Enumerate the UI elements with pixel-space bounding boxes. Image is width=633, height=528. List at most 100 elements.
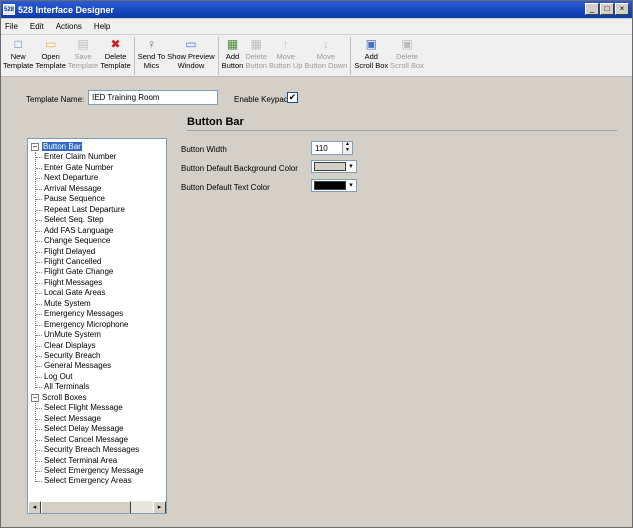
tree-item[interactable]: Add FAS Language	[44, 226, 113, 236]
toolbar-delete-button-button[interactable]: ▦ Delete Button	[245, 35, 267, 70]
menu-file[interactable]: File	[5, 22, 18, 31]
tree-connector	[36, 470, 42, 472]
tree-connector	[36, 376, 42, 378]
toolbar-preview-window-button[interactable]: ▭ Show Preview Window	[167, 35, 215, 70]
tree-group[interactable]: Button Bar	[42, 142, 82, 152]
enable-keypad-checkbox[interactable]: ✔	[287, 92, 298, 103]
bg-color-label: Button Default Background Color	[181, 164, 298, 173]
bg-color-picker[interactable]: ▾	[311, 160, 357, 173]
tree-item[interactable]: Arrival Message	[44, 184, 101, 194]
toolbar-label: Open Template	[35, 52, 66, 70]
tree-item[interactable]: Flight Gate Change	[44, 267, 113, 277]
tree-connector	[36, 366, 42, 368]
delete-icon: ✖	[110, 37, 121, 51]
toolbar-add-button-button[interactable]: ▦ Add Button	[222, 35, 244, 70]
tree-item[interactable]: Select Emergency Message	[44, 466, 144, 476]
tree-item[interactable]: Enter Gate Number	[44, 163, 113, 173]
menu-actions[interactable]: Actions	[56, 22, 82, 31]
tree-connector	[36, 314, 42, 316]
tree-item[interactable]: Security Breach Messages	[44, 445, 139, 455]
tree-connector	[36, 324, 42, 326]
tree-item[interactable]: Select Seq. Step	[44, 215, 104, 225]
collapse-toggle-icon[interactable]: −	[31, 393, 39, 402]
tree-item[interactable]: Local Gate Areas	[44, 288, 105, 298]
toolbar-label: Delete Button	[245, 52, 268, 70]
close-button[interactable]: ×	[615, 3, 629, 15]
app-icon: 528	[3, 4, 15, 15]
tree-item[interactable]: Select Terminal Area	[44, 456, 117, 466]
scroll-right-button[interactable]: ▸	[153, 501, 166, 513]
tree-connector	[36, 460, 42, 462]
tree-item[interactable]: Next Departure	[44, 173, 98, 183]
chevron-down-icon[interactable]: ▾	[347, 161, 355, 172]
tree-group[interactable]: Scroll Boxes	[42, 393, 86, 403]
tree-connector	[36, 272, 42, 274]
tree-connector	[36, 157, 42, 159]
tree-item[interactable]: All Terminals	[44, 382, 89, 392]
tree-item[interactable]: Emergency Messages	[44, 309, 123, 319]
tree-item[interactable]: General Messages	[44, 361, 111, 371]
tree-connector	[36, 481, 42, 483]
toolbar-arrow-up-button[interactable]: ↑ Move Button Up	[269, 35, 302, 70]
toolbar-new-template-button[interactable]: □ New Template	[3, 35, 33, 70]
tree-item[interactable]: Pause Sequence	[44, 194, 105, 204]
tree-item[interactable]: Security Breach	[44, 351, 100, 361]
tree-item[interactable]: Enter Claim Number	[44, 152, 116, 162]
tree-item[interactable]: Select Flight Message	[44, 403, 123, 413]
tree-connector	[36, 220, 42, 222]
tree-connector	[36, 282, 42, 284]
template-tree[interactable]: − Button Bar Enter Claim Number Enter Gate …	[27, 138, 167, 514]
toolbar-microphone-button[interactable]: ♀ Send To Mics	[138, 35, 165, 70]
tree-item[interactable]: Select Delay Message	[44, 424, 124, 434]
toolbar-separator	[133, 37, 135, 75]
tree-horizontal-scrollbar[interactable]: ◂ ▸	[28, 500, 166, 513]
toolbar-label: Save Template	[67, 52, 99, 70]
toolbar-save-button[interactable]: ▤ Save Template	[68, 35, 98, 70]
toolbar-open-folder-button[interactable]: ▭ Open Template	[35, 35, 65, 70]
bg-color-swatch	[314, 162, 346, 171]
collapse-toggle-icon[interactable]: −	[31, 143, 39, 151]
menu-edit[interactable]: Edit	[30, 22, 44, 31]
tree-item[interactable]: UnMute System	[44, 330, 101, 340]
text-color-picker[interactable]: ▾	[311, 179, 357, 192]
toolbar-delete-button[interactable]: ✖ Delete Template	[100, 35, 130, 70]
add-button-icon: ▦	[226, 37, 239, 51]
tree-connector	[36, 418, 42, 420]
tree-item[interactable]: Flight Delayed	[44, 247, 95, 257]
toolbar-arrow-down-button[interactable]: ↓ Move Button Down	[304, 35, 347, 70]
tree-item[interactable]: Emergency Microphone	[44, 320, 128, 330]
preview-window-icon: ▭	[185, 37, 197, 51]
scroll-thumb[interactable]	[41, 501, 131, 513]
spin-down-icon[interactable]: ▼	[342, 148, 352, 154]
tree-item[interactable]: Select Cancel Message	[44, 435, 128, 445]
chevron-down-icon[interactable]: ▾	[347, 180, 355, 191]
window-title: 528 Interface Designer	[18, 4, 115, 15]
scroll-track[interactable]	[131, 501, 153, 513]
title-bar[interactable]: 528 528 Interface Designer _ □ ×	[1, 1, 632, 18]
toolbar-label: Send To Mics	[137, 52, 166, 70]
text-color-label: Button Default Text Color	[181, 183, 270, 192]
toolbar-add-scrollbox-button[interactable]: ▣ Add Scroll Box	[354, 35, 388, 70]
tree-item[interactable]: Flight Messages	[44, 278, 102, 288]
scroll-left-button[interactable]: ◂	[28, 501, 41, 513]
toolbar-label: Move Button Up	[269, 52, 303, 70]
tree-item[interactable]: Mute System	[44, 299, 91, 309]
tree-item[interactable]: Clear Displays	[44, 341, 96, 351]
tree-item[interactable]: Flight Cancelled	[44, 257, 101, 267]
template-name-input[interactable]	[88, 90, 218, 105]
menu-help[interactable]: Help	[94, 22, 110, 31]
maximize-button[interactable]: □	[600, 3, 614, 15]
tree-item[interactable]: Log Out	[44, 372, 72, 382]
button-width-spinner[interactable]: 110 ▲ ▼	[311, 141, 353, 155]
tree-item[interactable]: Repeat Last Departure	[44, 205, 125, 215]
minimize-button[interactable]: _	[585, 3, 599, 15]
toolbar-delete-scrollbox-button[interactable]: ▣ Delete Scroll Box	[390, 35, 424, 70]
tree-item[interactable]: Select Emergency Areas	[44, 476, 132, 486]
tree-connector	[36, 335, 42, 337]
tree-item[interactable]: Change Sequence	[44, 236, 110, 246]
arrow-up-icon: ↑	[282, 37, 289, 51]
tree-item[interactable]: Select Message	[44, 414, 101, 424]
tree-connector	[36, 167, 42, 169]
tree-connector	[36, 209, 42, 211]
open-folder-icon: ▭	[44, 37, 57, 51]
